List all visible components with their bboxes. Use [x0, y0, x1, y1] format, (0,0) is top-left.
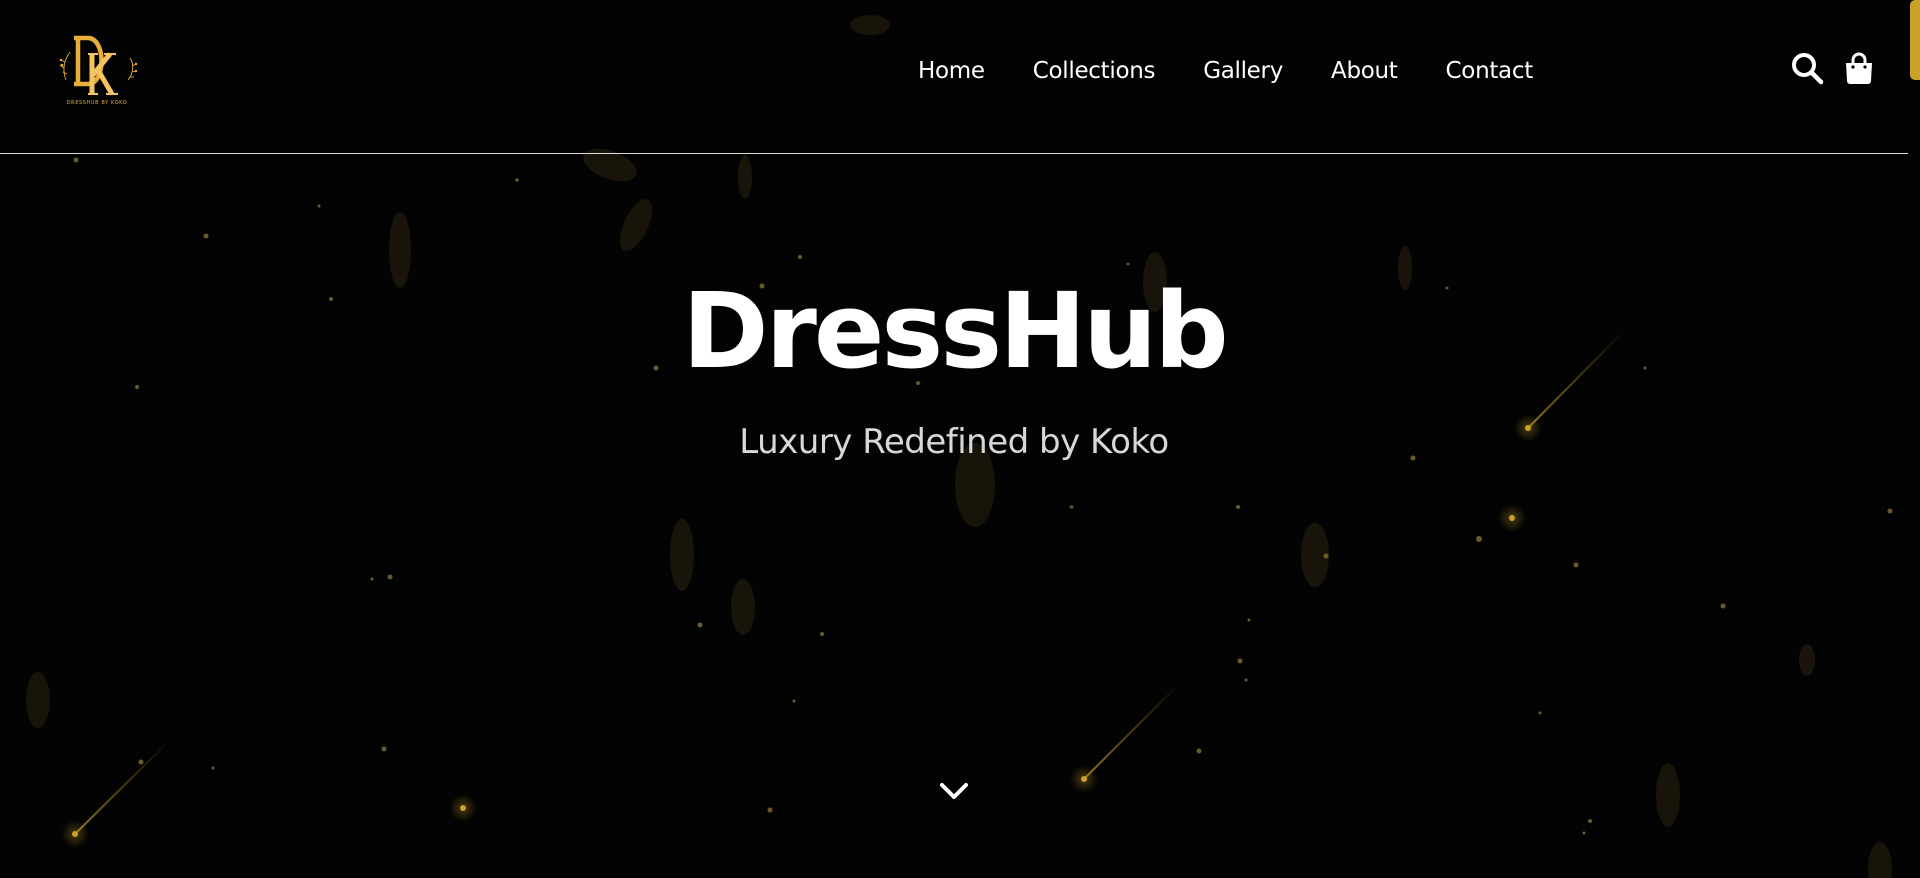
nav-gallery[interactable]: Gallery: [1203, 54, 1283, 88]
page: DRESSHUB BY KOKO Home Collections Galler…: [0, 0, 1920, 878]
nav-contact[interactable]: Contact: [1446, 54, 1534, 88]
hero-subtitle: Luxury Redefined by Koko: [739, 422, 1169, 462]
brand-logo[interactable]: DRESSHUB BY KOKO: [54, 32, 140, 106]
nav-about[interactable]: About: [1331, 54, 1398, 88]
chevron-down-icon: [940, 783, 968, 799]
main-nav: Home Collections Gallery About Contact: [918, 54, 1533, 88]
shopping-bag-icon: [1846, 52, 1872, 84]
nav-home[interactable]: Home: [918, 54, 985, 88]
scrollbar-thumb[interactable]: [1910, 0, 1920, 80]
hero-title: DressHub: [682, 270, 1228, 392]
scroll-down-button[interactable]: [935, 772, 973, 810]
logo-mark: DRESSHUB BY KOKO: [59, 35, 138, 106]
site-header: DRESSHUB BY KOKO Home Collections Galler…: [0, 0, 1908, 154]
cart-button[interactable]: [1841, 50, 1877, 86]
logo-caption: DRESSHUB BY KOKO: [67, 100, 128, 106]
search-icon: [1792, 53, 1824, 85]
search-button[interactable]: [1789, 50, 1825, 86]
nav-collections[interactable]: Collections: [1033, 54, 1156, 88]
